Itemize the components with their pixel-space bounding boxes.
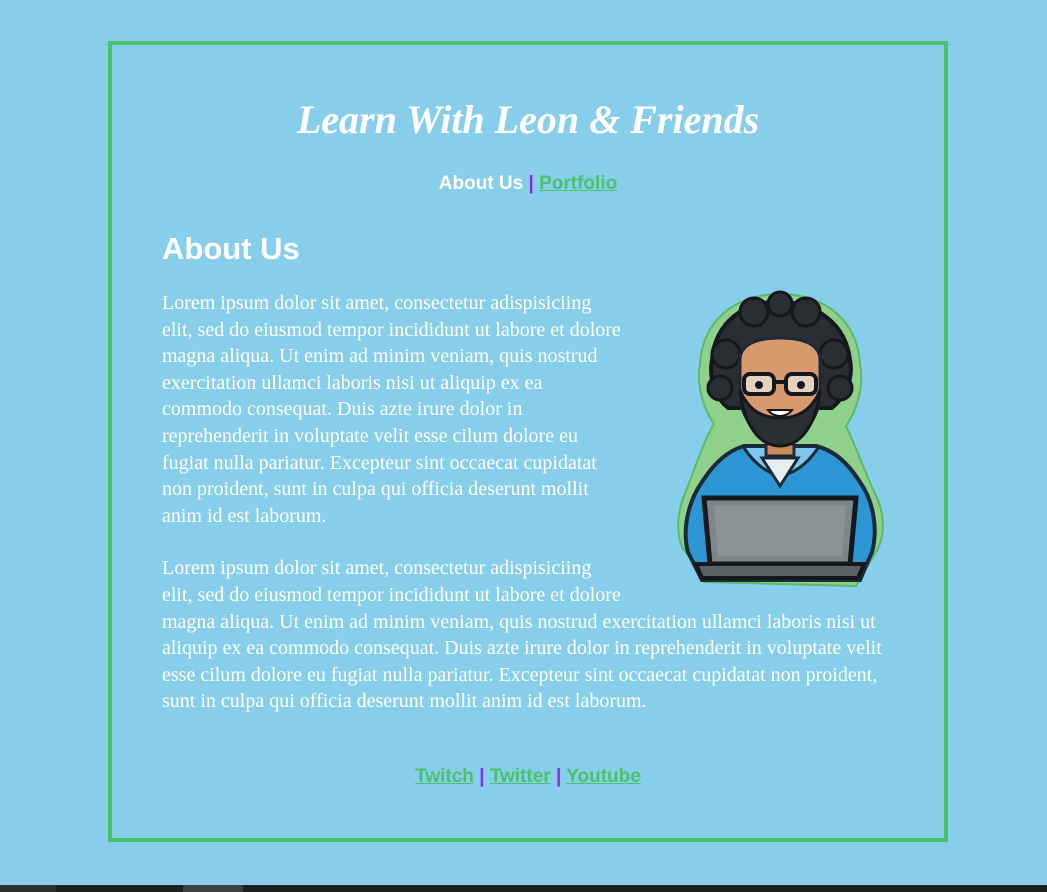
top-nav: About Us | Portfolio: [112, 172, 944, 196]
footer-separator: |: [555, 766, 562, 787]
footer-link-twitter[interactable]: Twitter: [490, 766, 551, 787]
footer-separator: |: [479, 766, 485, 787]
main-content: Lorem ipsum dolor sit amet, consectetur …: [162, 290, 886, 741]
page-frame: Learn With Leon & Friends About Us | Por…: [108, 41, 948, 842]
footer-link-youtube[interactable]: Youtube: [566, 766, 641, 787]
taskbar-item[interactable]: [0, 885, 56, 892]
nav-separator: |: [528, 173, 534, 194]
taskbar-item[interactable]: [183, 885, 243, 892]
footer-link-twitch[interactable]: Twitch: [415, 766, 474, 787]
nav-link-portfolio[interactable]: Portfolio: [539, 173, 617, 194]
developer-avatar-icon: [677, 290, 884, 588]
footer-links: Twitch | Twitter | Youtube: [112, 765, 944, 789]
site-title: Learn With Leon & Friends: [296, 97, 760, 142]
section-heading: About Us: [162, 231, 300, 266]
taskbar: [0, 885, 1047, 892]
nav-about-us: About Us: [438, 173, 524, 194]
